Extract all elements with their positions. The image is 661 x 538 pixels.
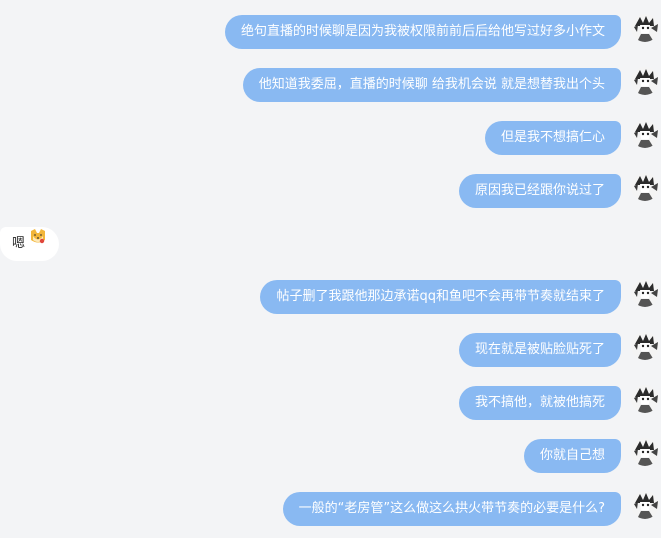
- message-row: 我不搞他，就被他搞死: [0, 384, 661, 422]
- user-avatar-icon[interactable]: [631, 14, 659, 42]
- message-row: 现在就是被贴脸贴死了: [0, 331, 661, 369]
- message-row: 一般的“老房管”这么做这么拱火带节奏的必要是什么?: [0, 490, 661, 528]
- sent-message-bubble[interactable]: 一般的“老房管”这么做这么拱火带节奏的必要是什么?: [282, 492, 621, 526]
- user-avatar-icon[interactable]: [631, 120, 659, 148]
- user-avatar-icon[interactable]: [631, 491, 659, 519]
- message-text: 他知道我委屈，直播的时候聊 给我机会说 就是想替我出个头: [258, 77, 605, 92]
- sent-message-bubble[interactable]: 现在就是被贴脸贴死了: [458, 333, 621, 367]
- sent-message-bubble[interactable]: 我不搞他，就被他搞死: [458, 386, 621, 420]
- message-row: 你就自己想: [0, 437, 661, 475]
- cat-face-emoji-icon: [29, 225, 47, 259]
- received-message-bubble[interactable]: 嗯: [0, 225, 60, 261]
- message-text: 一般的“老房管”这么做这么拱火带节奏的必要是什么?: [298, 501, 605, 516]
- user-avatar-icon[interactable]: [631, 385, 659, 413]
- sent-message-bubble[interactable]: 帖子删了我跟他那边承诺qq和鱼吧不会再带节奏就结束了: [260, 280, 621, 314]
- sent-message-bubble[interactable]: 你就自己想: [523, 439, 621, 473]
- message-text: 现在就是被贴脸贴死了: [474, 342, 605, 357]
- message-text: 但是我不想搞仁心: [500, 130, 605, 145]
- user-avatar-icon[interactable]: [631, 438, 659, 466]
- sent-message-bubble[interactable]: 他知道我委屈，直播的时候聊 给我机会说 就是想替我出个头: [242, 68, 621, 102]
- message-text: 原因我已经跟你说过了: [474, 183, 605, 198]
- message-text: 嗯: [12, 236, 26, 251]
- user-avatar-icon[interactable]: [631, 67, 659, 95]
- message-text: 你就自己想: [539, 448, 605, 463]
- sent-message-bubble[interactable]: 绝句直播的时候聊是因为我被权限前前后后给他写过好多小作文: [224, 15, 621, 49]
- message-text: 我不搞他，就被他搞死: [474, 395, 605, 410]
- message-row: 他知道我委屈，直播的时候聊 给我机会说 就是想替我出个头: [0, 66, 661, 104]
- message-row: 原因我已经跟你说过了: [0, 172, 661, 210]
- user-avatar-icon[interactable]: [631, 332, 659, 360]
- sent-message-bubble[interactable]: 原因我已经跟你说过了: [458, 174, 621, 208]
- chat-message-list[interactable]: 绝句直播的时候聊是因为我被权限前前后后给他写过好多小作文 他知道我委屈，直播的时…: [0, 0, 661, 538]
- sent-message-bubble[interactable]: 但是我不想搞仁心: [484, 121, 621, 155]
- message-row: 绝句直播的时候聊是因为我被权限前前后后给他写过好多小作文: [0, 13, 661, 51]
- message-text: 帖子删了我跟他那边承诺qq和鱼吧不会再带节奏就结束了: [276, 289, 605, 304]
- user-avatar-icon[interactable]: [631, 173, 659, 201]
- message-row: 帖子删了我跟他那边承诺qq和鱼吧不会再带节奏就结束了: [0, 278, 661, 316]
- user-avatar-icon[interactable]: [631, 279, 659, 307]
- message-row: 但是我不想搞仁心: [0, 119, 661, 157]
- message-text: 绝句直播的时候聊是因为我被权限前前后后给他写过好多小作文: [240, 24, 605, 39]
- message-row: 嗯: [0, 225, 661, 263]
